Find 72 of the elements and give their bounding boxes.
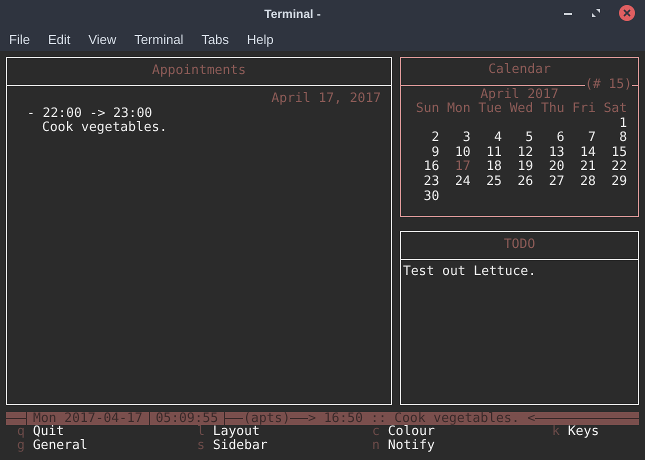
calendar-day[interactable]: 19 — [518, 159, 534, 174]
calendar-day[interactable]: 26 — [518, 174, 534, 189]
status-mode: (apts) — [243, 412, 290, 425]
calendar-day[interactable]: 9 — [431, 144, 440, 160]
weekday-label: Mon — [446, 102, 472, 117]
menu-item[interactable]: Terminal — [134, 32, 184, 46]
calendar-day[interactable]: 30 — [424, 188, 440, 204]
weekday-label: Tue — [477, 102, 503, 117]
calendar-day[interactable]: 3 — [462, 130, 471, 146]
week-number: (# 15) — [585, 77, 632, 93]
shortcut-key: q — [17, 425, 25, 439]
panel-title: TODO — [401, 232, 638, 260]
panel-title: Appointments — [7, 58, 391, 86]
shortcut-label[interactable]: Sidebar — [212, 439, 268, 453]
appointment-time: - 22:00 -> 23:00 — [27, 107, 154, 121]
calendar-day[interactable]: 1 — [619, 116, 628, 131]
calendar-day[interactable]: 11 — [486, 144, 502, 160]
menu-item[interactable]: Edit — [48, 32, 70, 46]
weekday-label: Thu — [540, 102, 566, 117]
calendar-day[interactable]: 22 — [611, 159, 628, 174]
weekday-label: Fri — [571, 102, 597, 117]
shortcut-label[interactable]: Layout — [212, 425, 260, 439]
calendar-day[interactable]: 29 — [611, 174, 628, 189]
calendar-day[interactable]: 23 — [424, 174, 440, 189]
calendar-day[interactable]: 8 — [619, 130, 628, 146]
calendar-day[interactable]: 18 — [486, 159, 502, 174]
shortcut-key: c — [372, 425, 380, 439]
restore-icon[interactable] — [591, 8, 601, 18]
calendar-day[interactable]: 13 — [548, 144, 564, 160]
menu-item[interactable]: View — [88, 32, 116, 46]
calendar-day[interactable]: 7 — [588, 130, 596, 146]
shortcut-key: n — [372, 439, 380, 453]
calendar-day[interactable]: 24 — [454, 174, 471, 189]
calendar-day[interactable]: 6 — [556, 130, 564, 146]
weekday-label: Wed — [508, 102, 534, 117]
shortcut-label[interactable]: Quit — [32, 425, 64, 439]
todo-item: Test out Lettuce. — [403, 264, 538, 279]
shortcut-label[interactable]: General — [32, 439, 88, 453]
appointment-text: Cook vegetables. — [41, 121, 168, 135]
shortcut-label[interactable]: Notify — [388, 439, 435, 453]
shortcut-key: s — [197, 439, 205, 453]
calendar-day[interactable]: 21 — [580, 159, 596, 174]
menu-item[interactable]: File — [9, 32, 30, 46]
calendar-day[interactable]: 10 — [454, 144, 471, 160]
shortcut-key: l — [197, 425, 205, 439]
shortcut-key: k — [552, 425, 560, 439]
calendar-day[interactable]: 28 — [580, 174, 596, 189]
next-appointment: > 16:50 :: Cook vegetables. < — [308, 412, 536, 425]
menu-item[interactable]: Help — [246, 32, 274, 46]
month-heading: April 2017 — [479, 88, 560, 102]
menu-item[interactable]: Tabs — [201, 32, 229, 46]
close-icon[interactable] — [619, 5, 635, 21]
calendar-day[interactable]: 16 — [424, 159, 440, 174]
calendar-day[interactable]: 12 — [518, 144, 534, 160]
weekday-label: Sat — [602, 102, 628, 117]
calendar-day[interactable]: 15 — [611, 144, 628, 160]
calendar-day[interactable]: 20 — [548, 159, 564, 174]
status-time: 05:09:55 — [156, 412, 218, 425]
window-title: Terminal - — [264, 6, 321, 20]
shortcut-label[interactable]: Colour — [388, 425, 435, 439]
calendar-day[interactable]: 27 — [548, 174, 564, 189]
status-date: Mon 2017-04-17 — [33, 412, 143, 425]
panel-title: Calendar — [487, 61, 552, 79]
calendar-day[interactable]: 5 — [525, 130, 534, 146]
date-heading: April 17, 2017 — [270, 91, 381, 107]
weekday-label: Sun — [414, 102, 440, 117]
calendar-day[interactable]: 25 — [486, 174, 502, 189]
calendar-day[interactable]: 14 — [580, 144, 596, 160]
calendar-day[interactable]: 4 — [494, 130, 502, 146]
shortcut-label[interactable]: Keys — [568, 425, 600, 439]
shortcut-key: g — [17, 439, 25, 453]
calendar-day[interactable]: 2 — [431, 130, 440, 146]
